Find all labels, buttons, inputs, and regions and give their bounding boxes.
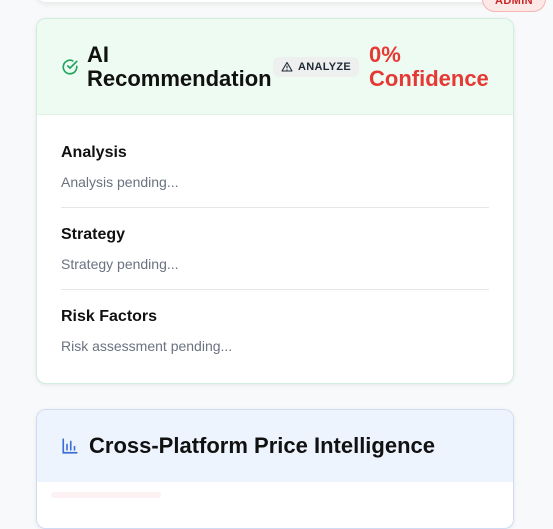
strategy-section: Strategy Strategy pending...	[61, 208, 489, 290]
confidence-value: 0% Confidence	[369, 41, 489, 91]
check-circle-icon	[62, 58, 78, 75]
risk-factors-text: Risk assessment pending...	[61, 338, 233, 354]
analyze-badge: ANALYZE	[273, 56, 360, 77]
analysis-text: Analysis pending...	[61, 174, 179, 190]
price-intelligence-body	[37, 482, 513, 528]
ai-recommendation-header: AI Recommendation ANALYZE 0% Confidence	[37, 19, 513, 115]
strategy-text: Strategy pending...	[61, 256, 179, 272]
previous-card-edge	[36, 0, 514, 2]
price-intelligence-title: Cross-Platform Price Intelligence	[89, 433, 435, 458]
admin-badge: ADMIN	[482, 0, 546, 12]
analysis-section: Analysis Analysis pending...	[61, 115, 489, 208]
risk-factors-section: Risk Factors Risk assessment pending...	[61, 290, 489, 371]
ai-recommendation-card: AI Recommendation ANALYZE 0% Confidence …	[36, 18, 514, 384]
analysis-title: Analysis	[61, 144, 127, 161]
analyze-badge-label: ANALYZE	[298, 60, 352, 73]
risk-factors-title: Risk Factors	[61, 308, 158, 325]
bar-chart-icon	[62, 438, 78, 454]
price-intelligence-card: Cross-Platform Price Intelligence	[36, 409, 514, 529]
strategy-title: Strategy	[61, 226, 126, 243]
warning-triangle-icon	[281, 61, 293, 72]
content-placeholder	[51, 492, 161, 498]
price-intelligence-header: Cross-Platform Price Intelligence	[37, 410, 513, 482]
ai-recommendation-title: AI Recommendation	[87, 41, 272, 91]
